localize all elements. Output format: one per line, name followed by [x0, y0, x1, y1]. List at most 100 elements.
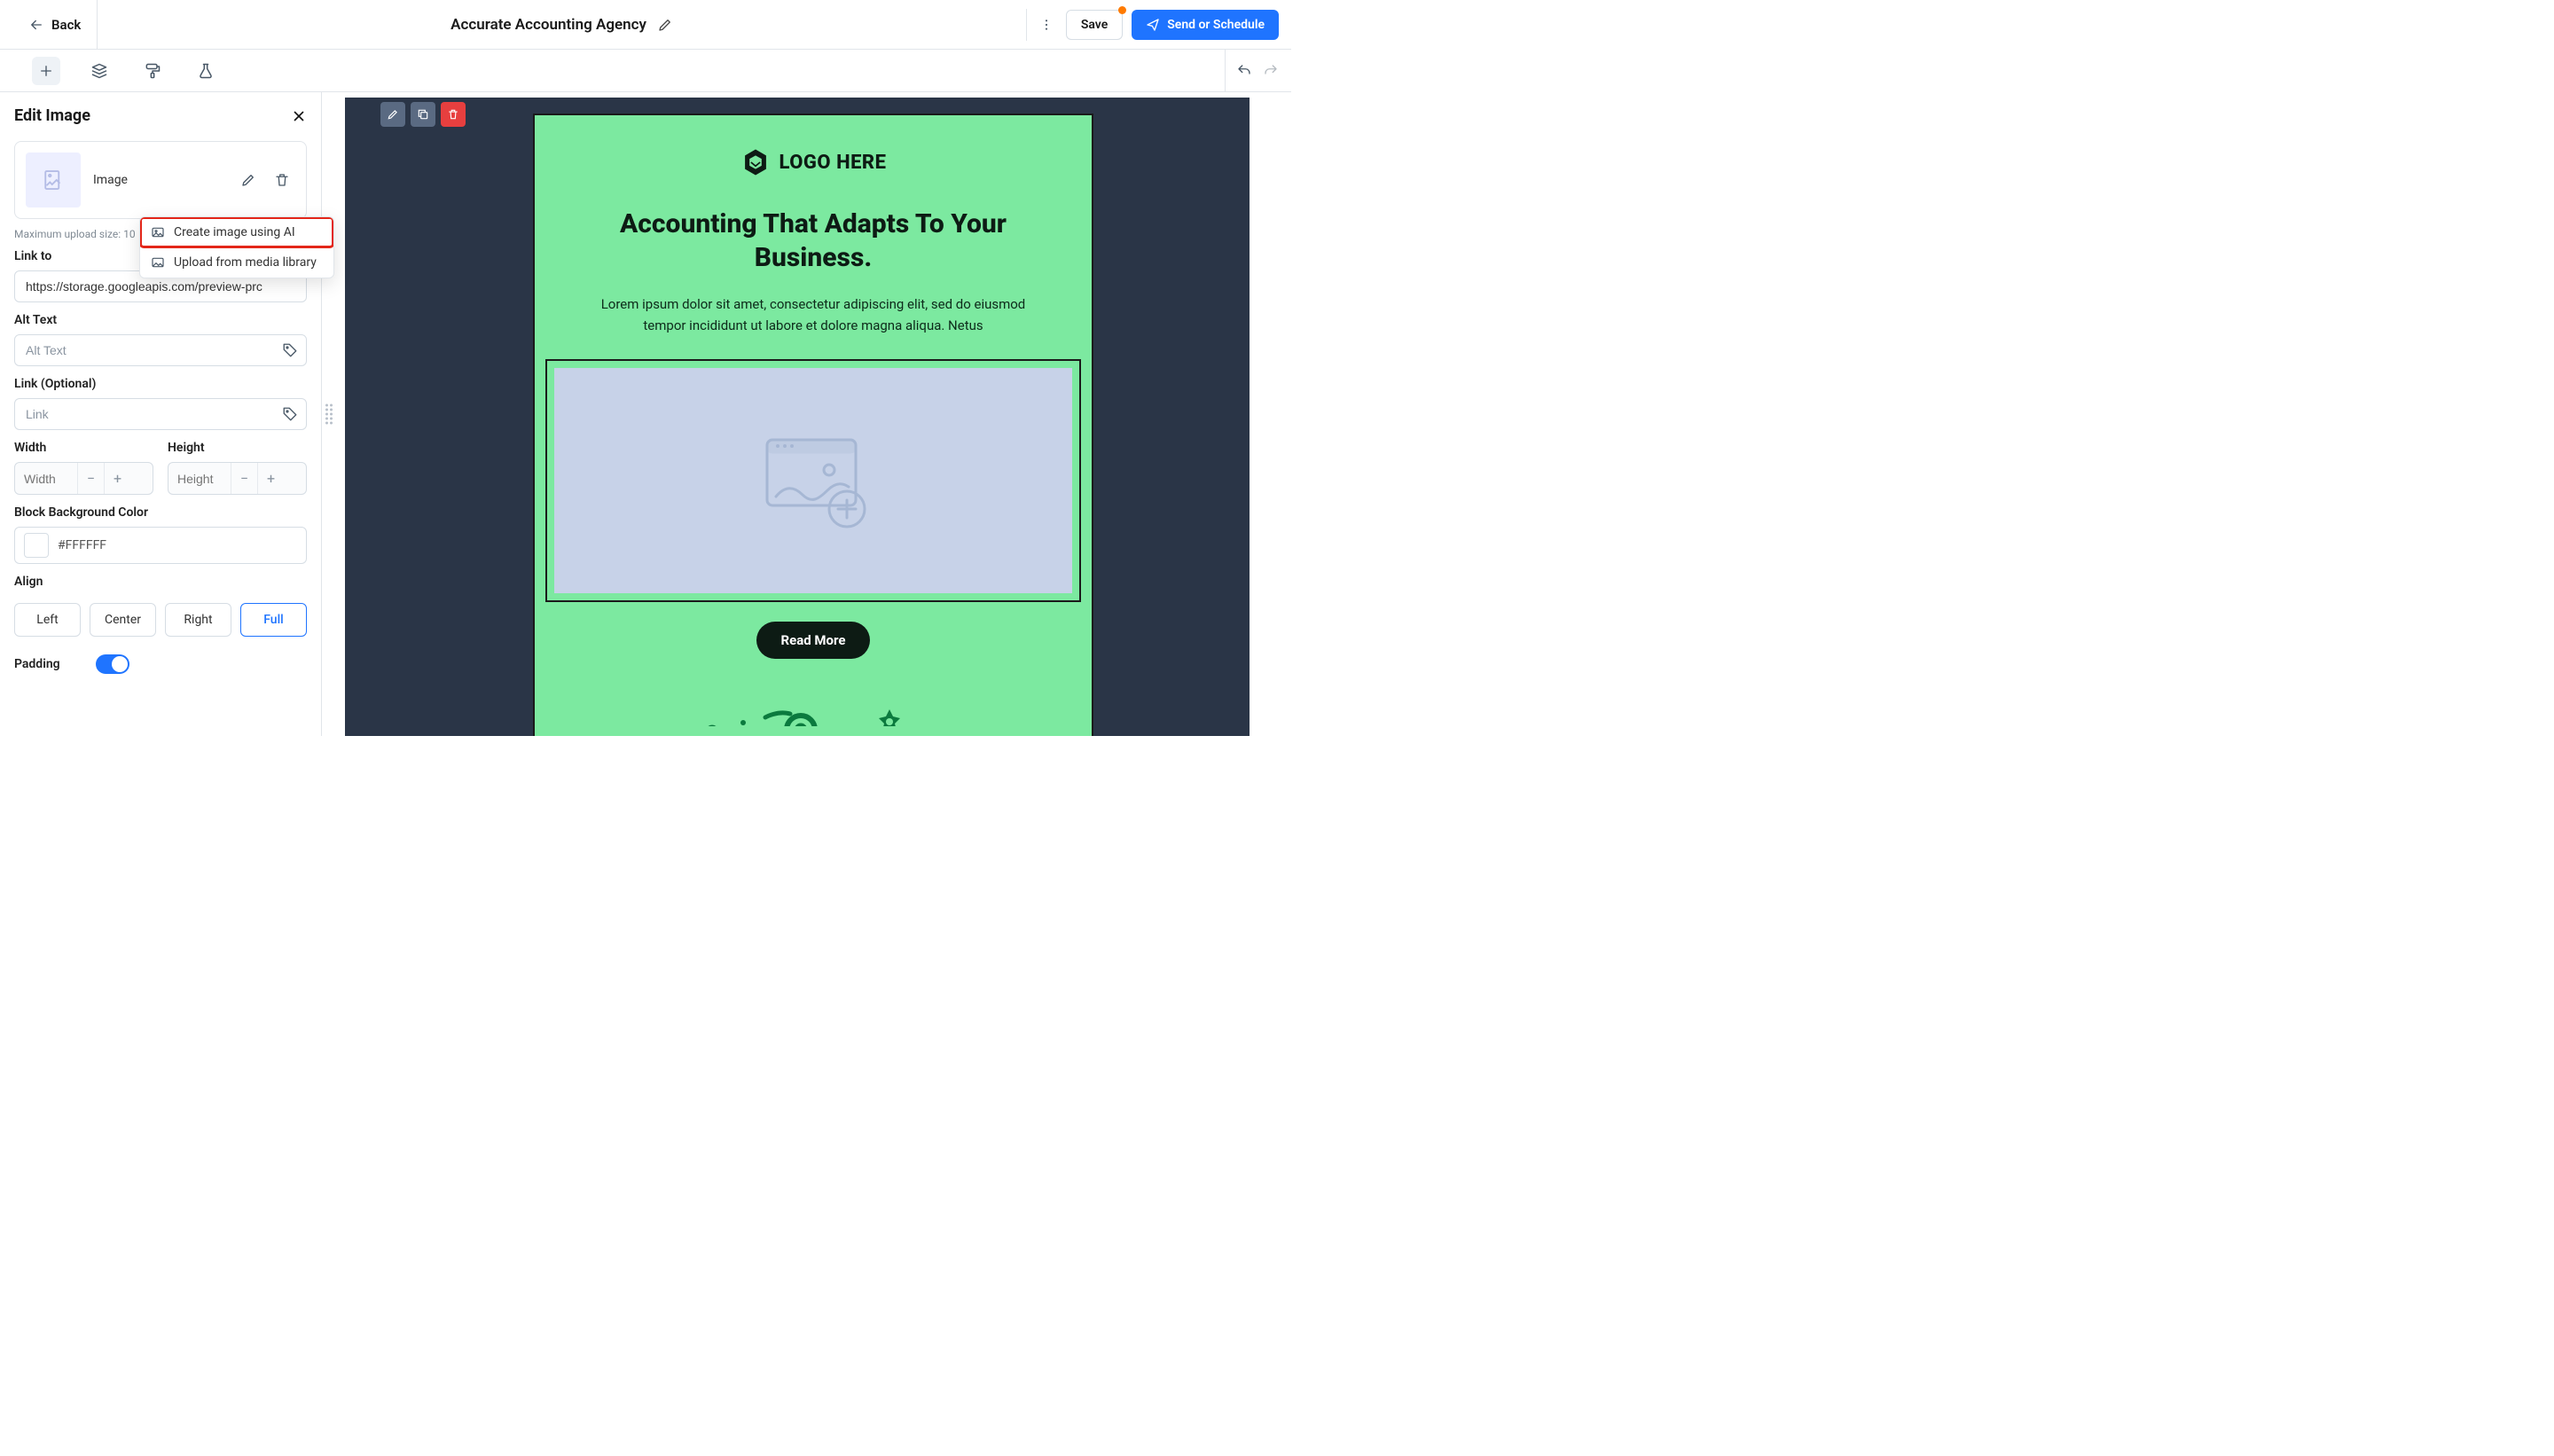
- more-button[interactable]: [1036, 12, 1057, 37]
- block-edit-button[interactable]: [380, 102, 405, 127]
- delete-image-button[interactable]: [274, 172, 295, 188]
- create-image-ai-item[interactable]: Create image using AI: [140, 217, 333, 247]
- image-label: Image: [93, 173, 228, 187]
- headline: Accounting That Adapts To Your Business.: [535, 207, 1092, 274]
- image-placeholder: [554, 368, 1072, 593]
- logo-row: LOGO HERE: [535, 147, 1092, 177]
- send-icon: [1146, 18, 1160, 32]
- image-placeholder-icon: [751, 427, 875, 534]
- layers-icon: [90, 62, 108, 80]
- toolrow: [0, 50, 1291, 92]
- tag-picker-button[interactable]: [282, 342, 298, 358]
- gears-illustration-icon: [535, 691, 1092, 726]
- color-swatch[interactable]: [24, 533, 49, 558]
- save-button[interactable]: Save: [1066, 10, 1123, 40]
- placeholder-icon: [40, 167, 67, 193]
- more-vertical-icon: [1039, 18, 1054, 32]
- upload-media-item[interactable]: Upload from media library: [140, 247, 333, 278]
- close-panel-button[interactable]: [291, 108, 307, 124]
- panel-resize-handle[interactable]: [325, 404, 333, 425]
- height-decrement[interactable]: −: [231, 463, 257, 494]
- undo-button[interactable]: [1236, 63, 1252, 79]
- panel-title: Edit Image: [14, 106, 90, 125]
- page-title: Accurate Accounting Agency: [450, 16, 646, 34]
- duplicate-icon: [417, 108, 429, 121]
- bg-color-label: Block Background Color: [14, 505, 307, 520]
- height-increment[interactable]: +: [257, 463, 284, 494]
- illustration-row: [535, 691, 1092, 726]
- width-increment[interactable]: +: [104, 463, 130, 494]
- align-right-button[interactable]: Right: [165, 603, 231, 637]
- canvas-area: LOGO HERE Accounting That Adapts To Your…: [322, 92, 1291, 736]
- trash-icon: [447, 108, 459, 121]
- arrow-left-icon: [28, 17, 44, 33]
- align-center-button[interactable]: Center: [90, 603, 156, 637]
- edit-image-button[interactable]: [240, 172, 262, 188]
- height-stepper[interactable]: − +: [168, 462, 307, 495]
- image-library-icon: [151, 255, 165, 270]
- layers-button[interactable]: [85, 57, 114, 85]
- send-label: Send or Schedule: [1167, 18, 1265, 32]
- save-label: Save: [1081, 18, 1108, 32]
- image-source-menu: Create image using AI Upload from media …: [139, 216, 334, 278]
- tag-icon: [282, 342, 298, 358]
- pencil-icon: [240, 172, 256, 188]
- alt-text-input[interactable]: [14, 334, 307, 366]
- bg-color-input[interactable]: #FFFFFF: [14, 527, 307, 564]
- edit-image-panel: Edit Image Image Maximum upload size: 10…: [0, 92, 322, 736]
- close-icon: [291, 108, 307, 124]
- flask-icon: [197, 62, 215, 80]
- paint-roller-icon: [144, 62, 161, 80]
- image-thumbnail: [26, 153, 81, 207]
- alt-text-label: Alt Text: [14, 313, 307, 327]
- email-preview[interactable]: LOGO HERE Accounting That Adapts To Your…: [533, 114, 1093, 736]
- topbar: Back Accurate Accounting Agency Save Sen…: [0, 0, 1291, 50]
- undo-icon: [1236, 63, 1252, 79]
- block-delete-button[interactable]: [441, 102, 466, 127]
- padding-label: Padding: [14, 657, 60, 671]
- bg-color-value: #FFFFFF: [58, 538, 106, 552]
- redo-button[interactable]: [1263, 63, 1279, 79]
- logo-text: LOGO HERE: [780, 152, 887, 174]
- title-group: Accurate Accounting Agency: [98, 16, 1025, 34]
- hexagon-logo-icon: [740, 147, 771, 177]
- width-label: Width: [14, 441, 153, 455]
- unsaved-indicator-icon: [1118, 6, 1126, 14]
- height-label: Height: [168, 441, 307, 455]
- pencil-icon[interactable]: [657, 17, 673, 33]
- menu-item-label: Create image using AI: [174, 225, 295, 239]
- back-button[interactable]: Back: [0, 0, 97, 49]
- toolrow-right: [1225, 50, 1279, 92]
- plus-icon: [38, 63, 54, 79]
- width-stepper[interactable]: − +: [14, 462, 153, 495]
- back-label: Back: [51, 17, 81, 33]
- width-input[interactable]: [15, 464, 77, 494]
- send-button[interactable]: Send or Schedule: [1132, 10, 1279, 40]
- block-duplicate-button[interactable]: [411, 102, 435, 127]
- width-decrement[interactable]: −: [77, 463, 104, 494]
- padding-toggle[interactable]: [96, 654, 129, 674]
- align-left-button[interactable]: Left: [14, 603, 81, 637]
- align-full-button[interactable]: Full: [240, 603, 307, 637]
- paint-button[interactable]: [138, 57, 167, 85]
- redo-icon: [1263, 63, 1279, 79]
- align-label: Align: [14, 575, 307, 589]
- image-card: Image: [14, 141, 307, 219]
- tag-icon: [282, 406, 298, 422]
- read-more-button[interactable]: Read More: [756, 622, 871, 659]
- pencil-icon: [387, 108, 399, 121]
- link-input[interactable]: [14, 398, 307, 430]
- height-input[interactable]: [168, 464, 231, 494]
- topbar-right: Save Send or Schedule: [1026, 9, 1291, 41]
- block-toolbar: [380, 102, 466, 127]
- body-text: Lorem ipsum dolor sit amet, consectetur …: [535, 274, 1092, 336]
- image-ai-icon: [151, 225, 165, 239]
- canvas-frame: LOGO HERE Accounting That Adapts To Your…: [345, 98, 1250, 736]
- trash-icon: [274, 172, 290, 188]
- test-button[interactable]: [192, 57, 220, 85]
- menu-item-label: Upload from media library: [174, 255, 317, 270]
- image-block[interactable]: [545, 359, 1081, 602]
- tag-picker-button[interactable]: [282, 406, 298, 422]
- add-block-button[interactable]: [32, 57, 60, 85]
- link-label: Link (Optional): [14, 377, 307, 391]
